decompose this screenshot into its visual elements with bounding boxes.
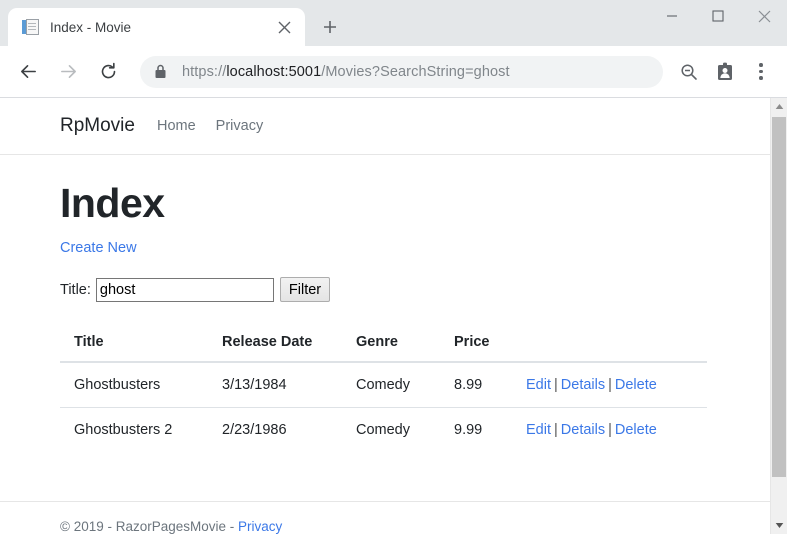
- cell-release-date: 2/23/1986: [210, 407, 344, 453]
- filter-label: Title:: [60, 281, 91, 298]
- brand-link[interactable]: RpMovie: [60, 115, 135, 137]
- filter-form: Title: Filter: [60, 277, 710, 303]
- footer-copyright: © 2019 - RazorPagesMovie -: [60, 519, 239, 534]
- close-window-button[interactable]: [741, 0, 787, 32]
- table-body: Ghostbusters 3/13/1984 Comedy 8.99 Edit |…: [60, 361, 707, 453]
- web-page: RpMovie Home Privacy Index Create New Ti…: [0, 98, 770, 534]
- page-viewport: RpMovie Home Privacy Index Create New Ti…: [0, 98, 787, 534]
- cell-genre: Comedy: [344, 361, 442, 408]
- url-text: https://localhost:5001/Movies?SearchStri…: [182, 64, 510, 80]
- address-bar[interactable]: https://localhost:5001/Movies?SearchStri…: [140, 55, 663, 88]
- zoom-out-icon[interactable]: [673, 56, 705, 88]
- delete-link[interactable]: Delete: [615, 422, 657, 438]
- forward-icon[interactable]: [50, 54, 86, 90]
- window-controls: [649, 0, 787, 46]
- lock-icon: [154, 64, 170, 79]
- search-input[interactable]: [95, 277, 274, 302]
- cell-price: 9.99: [442, 407, 514, 453]
- table-head: Title Release Date Genre Price: [60, 324, 707, 364]
- edit-link[interactable]: Edit: [526, 422, 551, 438]
- page-footer: © 2019 - RazorPagesMovie - Privacy: [0, 501, 770, 534]
- scrollbar-track[interactable]: [771, 115, 787, 517]
- scrollbar-thumb[interactable]: [772, 117, 786, 477]
- browser-tab[interactable]: Index - Movie: [8, 8, 305, 46]
- column-header-release-date: Release Date: [210, 324, 344, 364]
- action-separator: |: [608, 377, 612, 394]
- vertical-scrollbar[interactable]: [770, 98, 787, 534]
- edit-link[interactable]: Edit: [526, 377, 551, 393]
- column-header-title: Title: [60, 324, 210, 364]
- cell-actions: Edit | Details | Delete: [514, 407, 707, 453]
- column-header-price: Price: [442, 324, 514, 364]
- profile-badge-icon[interactable]: [709, 56, 741, 88]
- document-favicon: [22, 18, 40, 36]
- scroll-down-arrow-icon[interactable]: [771, 517, 787, 534]
- page-title: Index: [60, 180, 165, 226]
- tab-title: Index - Movie: [50, 19, 132, 35]
- footer-privacy-link[interactable]: Privacy: [238, 519, 282, 534]
- table-row: Ghostbusters 2 2/23/1986 Comedy 9.99 Edi…: [60, 407, 707, 453]
- table-header-row: Title Release Date Genre Price: [60, 324, 707, 364]
- page-content: Index Create New Title: Filter Title Rel…: [0, 155, 770, 453]
- cell-title: Ghostbusters: [60, 361, 210, 408]
- table-row: Ghostbusters 3/13/1984 Comedy 8.99 Edit |…: [60, 361, 707, 408]
- movies-table: Title Release Date Genre Price Ghostbust…: [60, 324, 707, 453]
- column-header-genre: Genre: [344, 324, 442, 364]
- details-link[interactable]: Details: [561, 377, 605, 393]
- url-host: localhost:5001: [226, 63, 322, 80]
- details-link[interactable]: Details: [561, 422, 605, 438]
- filter-button[interactable]: Filter: [279, 277, 331, 303]
- maximize-button[interactable]: [695, 0, 741, 32]
- url-path: /Movies?SearchString=ghost: [321, 63, 510, 80]
- new-tab-button[interactable]: [315, 12, 345, 42]
- three-dot-menu-icon[interactable]: [745, 56, 777, 88]
- minimize-button[interactable]: [649, 0, 695, 32]
- site-navbar: RpMovie Home Privacy: [0, 98, 770, 155]
- delete-link[interactable]: Delete: [615, 377, 657, 393]
- close-tab-icon[interactable]: [271, 14, 297, 40]
- column-header-actions: [514, 324, 707, 364]
- cell-release-date: 3/13/1984: [210, 361, 344, 408]
- browser-toolbar: https://localhost:5001/Movies?SearchStri…: [0, 46, 787, 98]
- action-separator: |: [608, 422, 612, 439]
- reload-icon[interactable]: [90, 54, 126, 90]
- nav-item-privacy[interactable]: Privacy: [216, 118, 264, 134]
- create-new-link[interactable]: Create New: [60, 240, 137, 256]
- cell-price: 8.99: [442, 361, 514, 408]
- cell-genre: Comedy: [344, 407, 442, 453]
- back-icon[interactable]: [10, 54, 46, 90]
- cell-actions: Edit | Details | Delete: [514, 361, 707, 408]
- scroll-up-arrow-icon[interactable]: [771, 98, 787, 115]
- browser-window: Index - Movie https://localhost:5001/Mov…: [0, 0, 787, 534]
- cell-title: Ghostbusters 2: [60, 407, 210, 453]
- action-separator: |: [554, 377, 558, 394]
- action-separator: |: [554, 422, 558, 439]
- url-scheme: https://: [182, 63, 227, 80]
- tab-strip: Index - Movie: [0, 0, 787, 46]
- nav-item-home[interactable]: Home: [157, 118, 196, 134]
